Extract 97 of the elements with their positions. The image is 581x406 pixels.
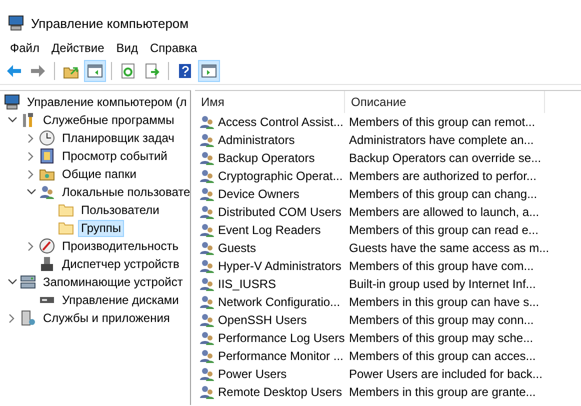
- tree-item[interactable]: Управление компьютером (л: [24, 94, 190, 110]
- server-icon: [20, 310, 36, 326]
- chevron-right-icon[interactable]: [28, 152, 34, 160]
- menu-item[interactable]: Файл: [4, 39, 46, 57]
- group-name[interactable]: Device Owners: [218, 187, 300, 201]
- group-description: Built-in group used by Internet Inf...: [348, 277, 536, 291]
- tree-item[interactable]: Производительность: [59, 238, 182, 254]
- users-icon: [199, 330, 215, 346]
- group-name[interactable]: Administrators: [218, 133, 295, 147]
- chevron-down-icon[interactable]: [26, 189, 36, 195]
- export-icon: [144, 63, 160, 79]
- column-header[interactable]: Имя: [195, 91, 345, 113]
- folder-icon: [58, 202, 74, 218]
- group-description: Members of this group have com...: [348, 259, 534, 273]
- group-description: Members of this group may sche...: [348, 331, 534, 345]
- group-name[interactable]: Event Log Readers: [218, 223, 321, 237]
- toolbar-button[interactable]: [198, 60, 220, 82]
- group-name[interactable]: Network Configuratio...: [218, 295, 340, 309]
- clock-icon: [39, 130, 55, 146]
- group-description: Backup Operators can override se...: [348, 151, 542, 165]
- menu-item[interactable]: Действие: [46, 39, 110, 57]
- tree-item[interactable]: Службы и приложения: [40, 310, 173, 326]
- users-icon: [199, 132, 215, 148]
- group-name[interactable]: Cryptographic Operat...: [218, 169, 343, 183]
- tree-item[interactable]: Планировщик задач: [59, 130, 178, 146]
- panel-icon: [201, 63, 217, 79]
- group-description: Guests have the same access as m...: [348, 241, 550, 255]
- group-description: Members of this group can remot...: [348, 115, 536, 129]
- panel-icon: [87, 63, 103, 79]
- chevron-right-icon[interactable]: [28, 170, 34, 178]
- chevron-right-icon[interactable]: [28, 242, 34, 250]
- tree-item[interactable]: Группы: [78, 220, 124, 236]
- group-description: Members of this group can acces...: [348, 349, 536, 363]
- app-icon: [8, 15, 24, 31]
- tree-item[interactable]: Пользователи: [78, 202, 162, 218]
- back-arrow-icon: [6, 63, 22, 79]
- group-name[interactable]: OpenSSH Users: [218, 313, 307, 327]
- storage-icon: [20, 274, 36, 290]
- device-icon: [39, 256, 55, 272]
- group-description: Administrators have complete an...: [348, 133, 534, 147]
- users-icon: [199, 186, 215, 202]
- group-name[interactable]: IIS_IUSRS: [218, 277, 276, 291]
- help-icon: [177, 63, 193, 79]
- computer-icon: [4, 94, 20, 110]
- group-description: Power Users are included for back...: [348, 367, 542, 381]
- users-icon: [199, 348, 215, 364]
- users-icon: [199, 168, 215, 184]
- refresh-icon: [120, 63, 136, 79]
- window-title: Управление компьютером: [31, 16, 189, 30]
- tree-item[interactable]: Общие папки: [59, 166, 140, 182]
- tree-item[interactable]: Управление дисками: [59, 292, 182, 308]
- chevron-right-icon[interactable]: [28, 134, 34, 142]
- tree-item[interactable]: Запоминающие устройст: [40, 274, 186, 290]
- tools-icon: [20, 112, 36, 128]
- folder-icon: [58, 220, 74, 236]
- group-description: Members of this group can chang...: [348, 187, 538, 201]
- users-icon: [199, 312, 215, 328]
- group-name[interactable]: Hyper-V Administrators: [218, 259, 342, 273]
- menu-item[interactable]: Справка: [144, 39, 204, 57]
- users-icon: [39, 184, 55, 200]
- users-icon: [199, 240, 215, 256]
- forward-arrow-icon: [30, 63, 46, 79]
- group-description: Members in this group can have s...: [348, 295, 540, 309]
- chevron-down-icon[interactable]: [8, 279, 16, 285]
- users-icon: [199, 258, 215, 274]
- group-name[interactable]: Performance Monitor ...: [218, 349, 344, 363]
- users-icon: [199, 222, 215, 238]
- users-icon: [199, 276, 215, 292]
- group-name[interactable]: Backup Operators: [218, 151, 315, 165]
- toolbar-button[interactable]: [84, 60, 106, 82]
- users-icon: [199, 294, 215, 310]
- group-name[interactable]: Guests: [218, 241, 256, 255]
- log-icon: [39, 148, 55, 164]
- users-icon: [199, 150, 215, 166]
- group-name[interactable]: Remote Desktop Users: [218, 385, 342, 399]
- group-name[interactable]: Performance Log Users: [218, 331, 345, 345]
- chevron-right-icon[interactable]: [9, 314, 15, 322]
- users-icon: [199, 366, 215, 382]
- column-header[interactable]: Описание: [345, 91, 545, 113]
- group-name[interactable]: Access Control Assist...: [218, 115, 344, 129]
- tree-item[interactable]: Диспетчер устройств: [59, 256, 182, 272]
- tree-item[interactable]: Локальные пользовате: [59, 184, 190, 200]
- group-description: Members of this group may conn...: [348, 313, 534, 327]
- menu-item[interactable]: Вид: [110, 39, 144, 57]
- group-description: Members in this group are grante...: [348, 385, 536, 399]
- tree-item[interactable]: Просмотр событий: [59, 148, 170, 164]
- chevron-down-icon[interactable]: [8, 117, 16, 123]
- tree-item[interactable]: Служебные программы: [40, 112, 178, 128]
- gauge-icon: [39, 238, 55, 254]
- group-name[interactable]: Power Users: [218, 367, 287, 381]
- group-description: Members are allowed to launch, a...: [348, 205, 540, 219]
- group-name[interactable]: Distributed COM Users: [218, 205, 342, 219]
- users-icon: [199, 204, 215, 220]
- users-icon: [199, 384, 215, 400]
- group-description: Members of this group can read e...: [348, 223, 538, 237]
- group-description: Members are authorized to perfor...: [348, 169, 536, 183]
- users-icon: [199, 114, 215, 130]
